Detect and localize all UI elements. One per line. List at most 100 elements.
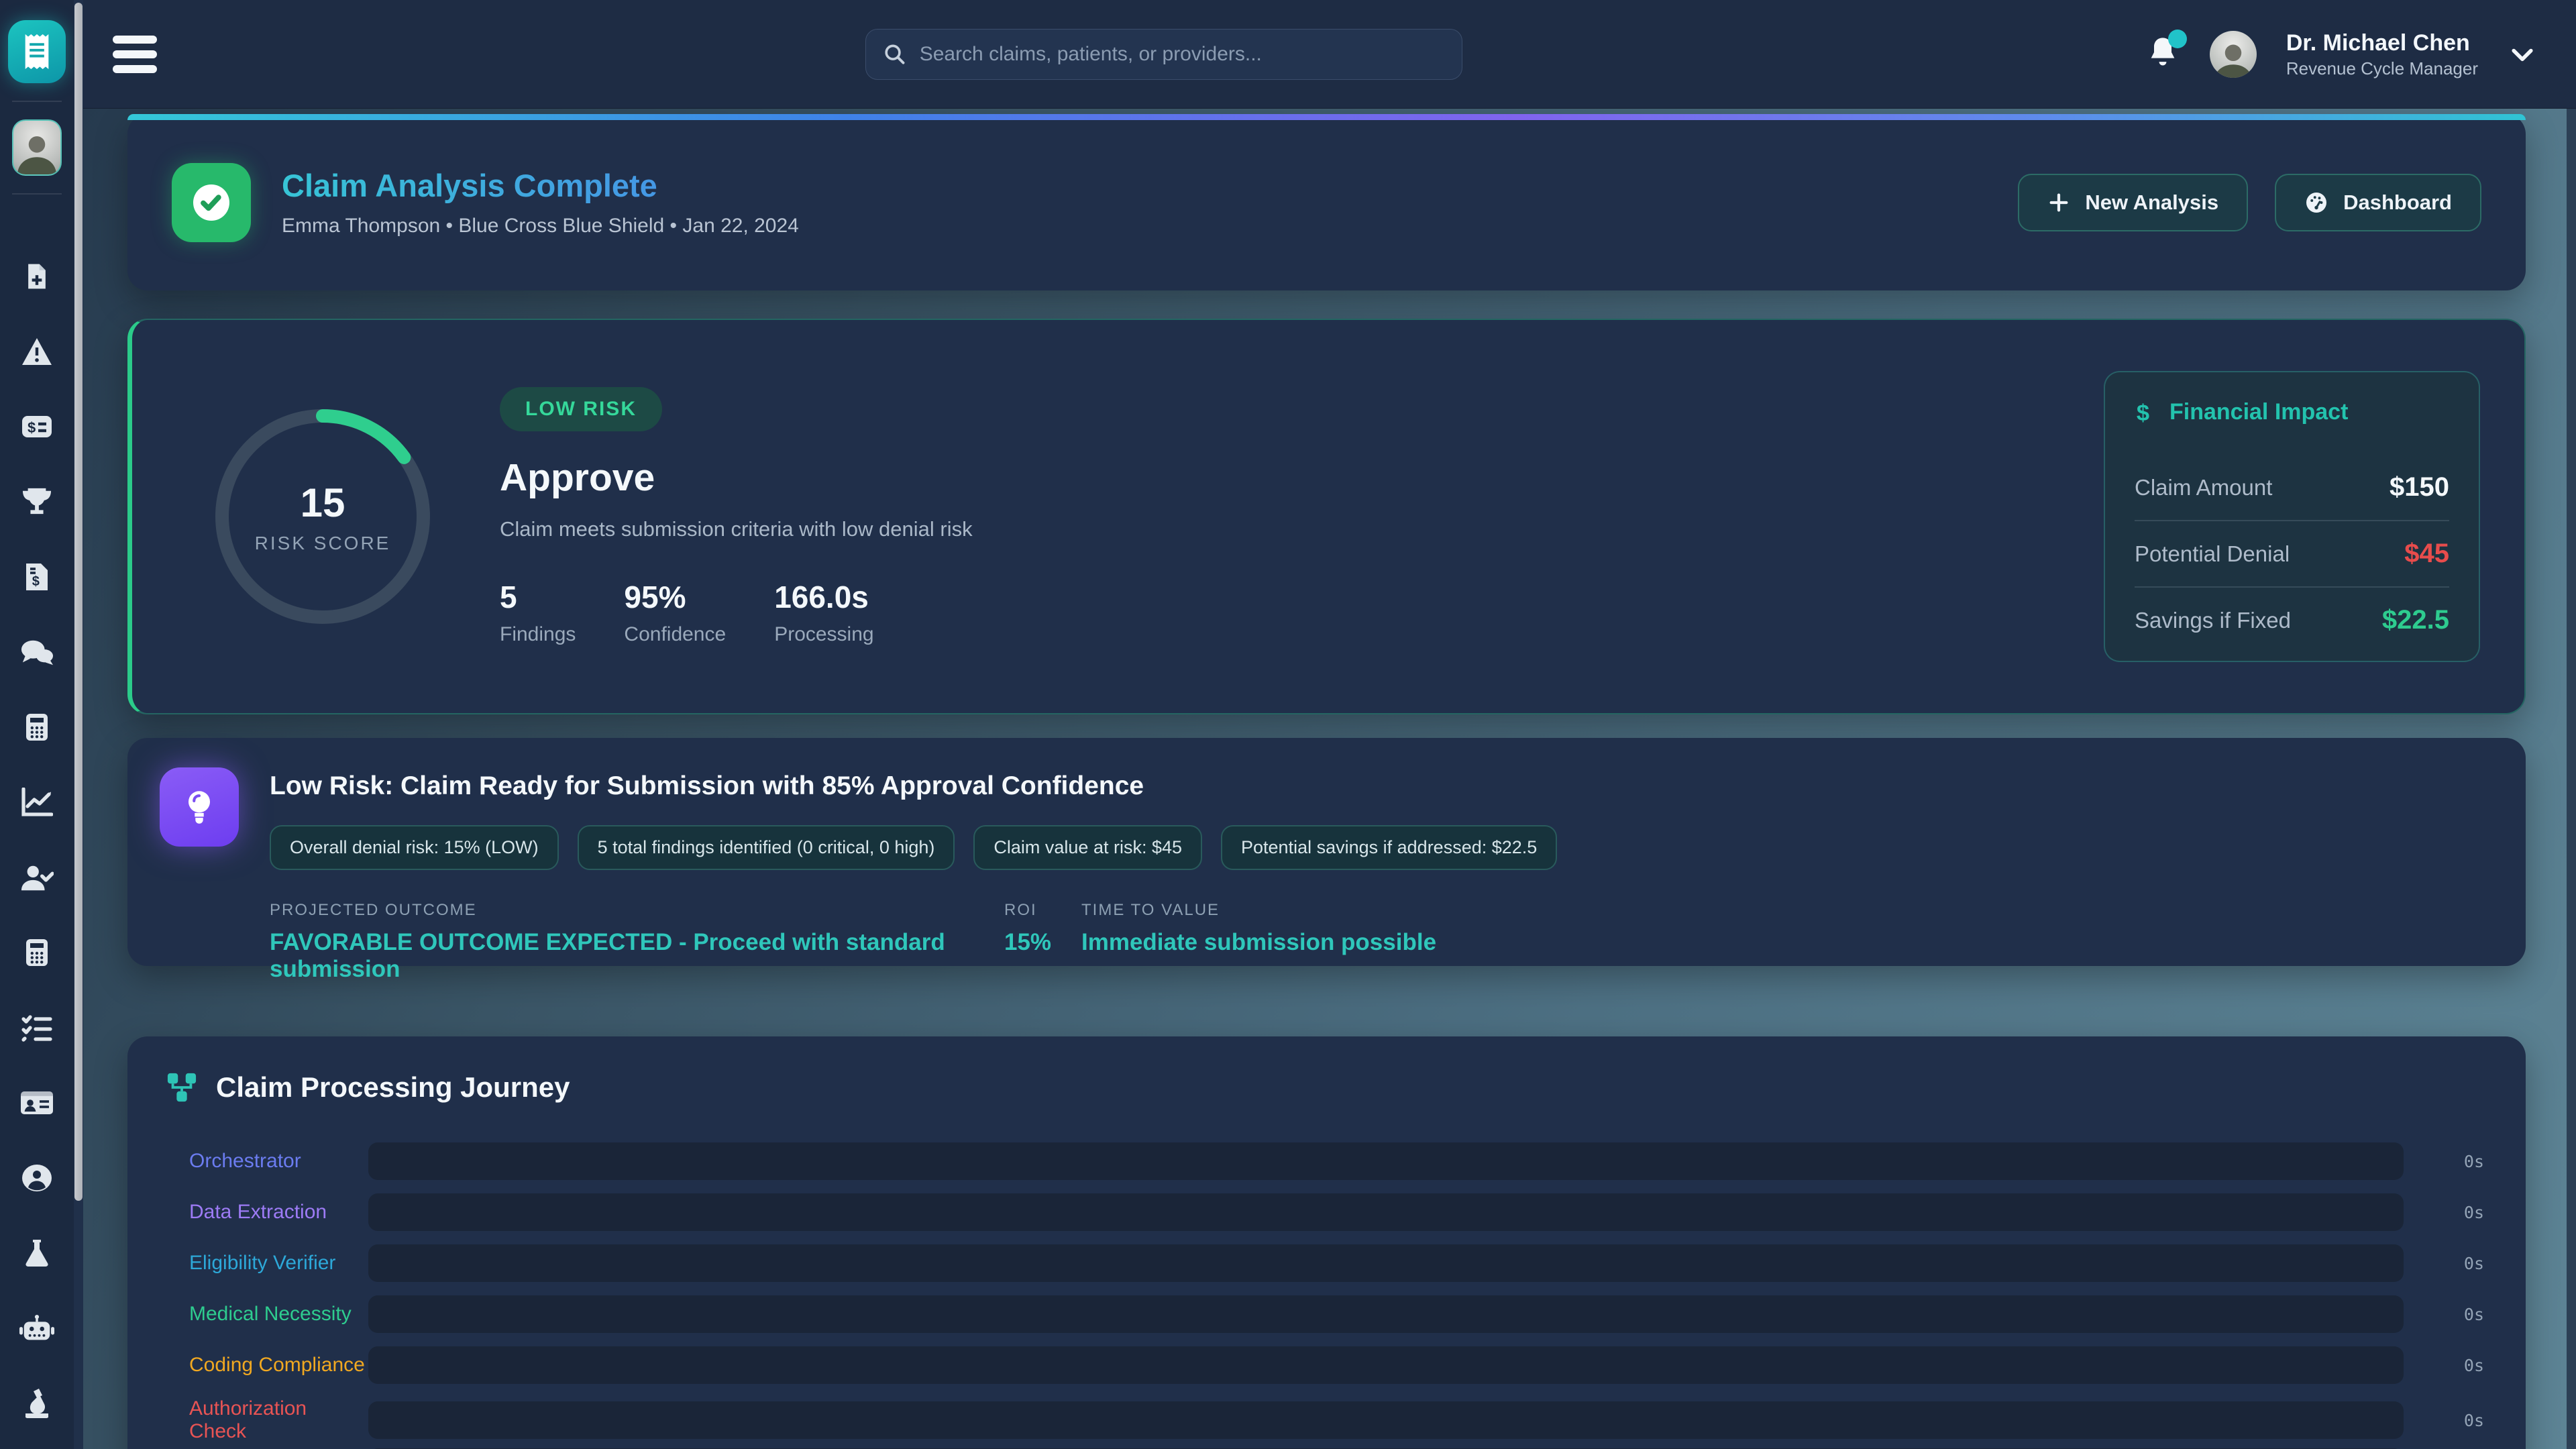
financial-row-claim-amount: Claim Amount $150: [2135, 455, 2449, 520]
receipt-logo-icon: [19, 32, 54, 71]
insight-title: Low Risk: Claim Ready for Submission wit…: [270, 771, 2481, 801]
warning-triangle-icon: [21, 337, 53, 366]
file-plus-icon: [22, 262, 52, 291]
analysis-header-card: Claim Analysis Complete Emma Thompson • …: [127, 114, 2526, 290]
chip-denial-risk: Overall denial risk: 15% (LOW): [270, 825, 559, 870]
risk-summary-card: 15 RISK SCORE LOW RISK Approve Claim mee…: [127, 319, 2526, 714]
risk-badge: LOW RISK: [500, 387, 662, 431]
app-logo[interactable]: [8, 20, 66, 83]
sidebar-item-profile[interactable]: [0, 1140, 74, 1216]
journey-row-eligibility-verifier: Eligibility Verifier 0s: [189, 1244, 2484, 1282]
new-analysis-button[interactable]: New Analysis: [2018, 174, 2248, 231]
money-card-icon: $: [21, 413, 53, 440]
sidebar-user-avatar[interactable]: [12, 119, 62, 176]
journey-title: Claim Processing Journey: [216, 1071, 570, 1104]
roi: ROI 15%: [1004, 901, 1081, 983]
menu-toggle-button[interactable]: [113, 36, 157, 73]
success-check-icon: [172, 163, 251, 242]
timeline-bar: [368, 1142, 2404, 1180]
sidebar-item-billing[interactable]: $: [0, 389, 74, 464]
svg-text:$: $: [28, 419, 36, 436]
notification-dot: [2168, 30, 2187, 48]
journey-row-coding-compliance: Coding Compliance 0s: [189, 1346, 2484, 1384]
sidebar-divider: [12, 101, 62, 102]
journey-row-orchestrator: Orchestrator 0s: [189, 1142, 2484, 1180]
journey-timeline: Orchestrator 0s Data Extraction 0s Eligi…: [127, 1142, 2526, 1449]
timeline-bar: [368, 1346, 2404, 1384]
sidebar-item-ai-assistant[interactable]: [0, 1291, 74, 1366]
robot-icon: [19, 1313, 55, 1343]
id-card-icon: [19, 1089, 54, 1116]
insight-banner: Low Risk: Claim Ready for Submission wit…: [127, 738, 2526, 966]
journey-row-data-extraction: Data Extraction 0s: [189, 1193, 2484, 1231]
sidebar-item-task-list[interactable]: [0, 990, 74, 1065]
svg-text:$: $: [32, 574, 40, 589]
chip-value-at-risk: Claim value at risk: $45: [973, 825, 1202, 870]
chip-potential-savings: Potential savings if addressed: $22.5: [1221, 825, 1557, 870]
processing-journey-card: Claim Processing Journey Orchestrator 0s…: [127, 1036, 2526, 1449]
app-root: $ $: [0, 0, 2576, 1449]
person-photo-icon: [2210, 36, 2257, 78]
financial-row-potential-denial: Potential Denial $45: [2135, 520, 2449, 586]
svg-text:$: $: [2137, 400, 2149, 425]
sidebar-item-patient-verification[interactable]: [0, 840, 74, 915]
sidebar-item-new-claim[interactable]: [0, 239, 74, 314]
user-circle-icon: [21, 1164, 53, 1192]
sidebar-item-claims-invoices[interactable]: $: [0, 539, 74, 614]
sidebar-item-messages[interactable]: [0, 614, 74, 690]
person-photo-icon: [13, 127, 60, 176]
chat-bubbles-icon: [20, 638, 54, 666]
risk-score-donut: 15 RISK SCORE: [209, 402, 437, 631]
sidebar-item-calculator[interactable]: [0, 690, 74, 765]
trophy-icon: [21, 487, 52, 517]
search-input[interactable]: [920, 43, 1444, 66]
plus-icon: [2047, 191, 2070, 214]
workflow-icon: [166, 1072, 197, 1103]
stat-confidence: 95% Confidence: [624, 579, 726, 646]
sidebar-item-analytics[interactable]: [0, 765, 74, 840]
right-scrollbar-track[interactable]: [2567, 109, 2576, 1449]
time-to-value: TIME TO VALUE Immediate submission possi…: [1081, 901, 1436, 983]
sidebar-item-id-card[interactable]: [0, 1065, 74, 1140]
financial-impact-panel: $ Financial Impact Claim Amount $150 Pot…: [2104, 371, 2480, 662]
dashboard-button[interactable]: Dashboard: [2275, 174, 2481, 231]
timeline-bar: [368, 1295, 2404, 1333]
sidebar-item-research[interactable]: [0, 1366, 74, 1441]
user-role: Revenue Cycle Manager: [2286, 58, 2478, 80]
financial-impact-title: Financial Impact: [2169, 399, 2348, 425]
decision-description: Claim meets submission criteria with low…: [500, 517, 973, 541]
notifications-button[interactable]: [2145, 35, 2180, 73]
user-info[interactable]: Dr. Michael Chen Revenue Cycle Manager: [2286, 29, 2478, 79]
topbar: Dr. Michael Chen Revenue Cycle Manager: [74, 0, 2576, 109]
sidebar-item-risk-alerts[interactable]: [0, 314, 74, 389]
calculator-alt-icon: [23, 938, 50, 967]
sidebar-icon-list: $ $: [0, 239, 74, 1441]
stat-findings: 5 Findings: [500, 579, 576, 646]
sidebar: $ $: [0, 0, 74, 1449]
sidebar-item-achievements[interactable]: [0, 464, 74, 539]
lightbulb-icon: [160, 767, 239, 847]
sidebar-divider: [12, 193, 62, 195]
chip-findings: 5 total findings identified (0 critical,…: [578, 825, 955, 870]
left-scrollbar-track[interactable]: [74, 0, 83, 1449]
timeline-bar: [368, 1244, 2404, 1282]
chart-line-icon: [21, 788, 53, 817]
projection-row: PROJECTED OUTCOME FAVORABLE OUTCOME EXPE…: [270, 901, 2481, 983]
flask-icon: [22, 1238, 52, 1268]
timeline-bar: [368, 1401, 2404, 1439]
risk-score-label: RISK SCORE: [255, 533, 391, 554]
user-name: Dr. Michael Chen: [2286, 29, 2478, 58]
insight-chips: Overall denial risk: 15% (LOW) 5 total f…: [270, 825, 2481, 870]
sidebar-item-lab[interactable]: [0, 1216, 74, 1291]
user-avatar[interactable]: [2210, 31, 2257, 78]
dollar-icon: $: [2135, 400, 2155, 425]
projected-outcome: PROJECTED OUTCOME FAVORABLE OUTCOME EXPE…: [270, 901, 1004, 983]
microscope-icon: [21, 1389, 52, 1418]
risk-score-value: 15: [301, 480, 345, 526]
chevron-down-icon[interactable]: [2508, 40, 2537, 69]
user-check-icon: [20, 863, 54, 892]
sidebar-item-estimator[interactable]: [0, 915, 74, 990]
calculator-icon: [23, 712, 50, 742]
left-scrollbar-thumb[interactable]: [74, 3, 83, 1201]
global-search[interactable]: [865, 29, 1462, 80]
